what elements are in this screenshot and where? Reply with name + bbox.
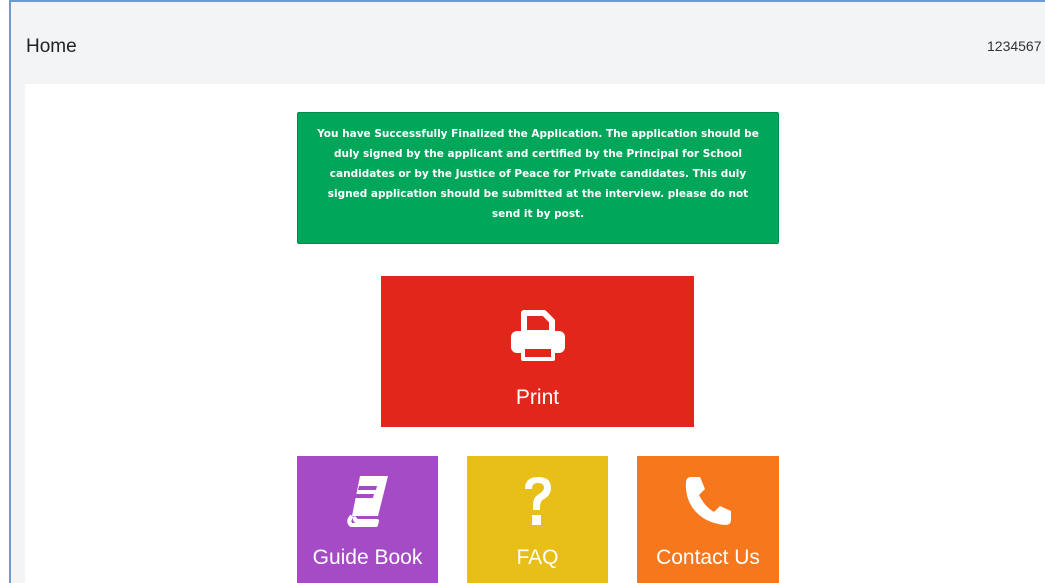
page-header: Home 1234567 (11, 2, 1045, 84)
app-frame: Home 1234567 You have Successfully Final… (9, 0, 1045, 583)
guide-book-button[interactable]: Guide Book (297, 456, 438, 583)
print-button[interactable]: Print (381, 276, 694, 427)
phone-icon (637, 474, 779, 528)
user-id-label: 1234567 (987, 38, 1042, 54)
main-content: You have Successfully Finalized the Appl… (25, 84, 1045, 583)
contact-us-button[interactable]: Contact Us (637, 456, 779, 583)
faq-button[interactable]: FAQ (467, 456, 608, 583)
printer-icon (381, 310, 694, 364)
contact-us-label: Contact Us (656, 546, 760, 569)
book-icon (297, 474, 438, 528)
guide-book-label: Guide Book (312, 546, 423, 569)
question-icon (467, 474, 608, 528)
faq-label: FAQ (516, 546, 559, 569)
page-title: Home (26, 36, 77, 57)
success-alert: You have Successfully Finalized the Appl… (297, 112, 779, 244)
print-label: Print (515, 386, 560, 409)
